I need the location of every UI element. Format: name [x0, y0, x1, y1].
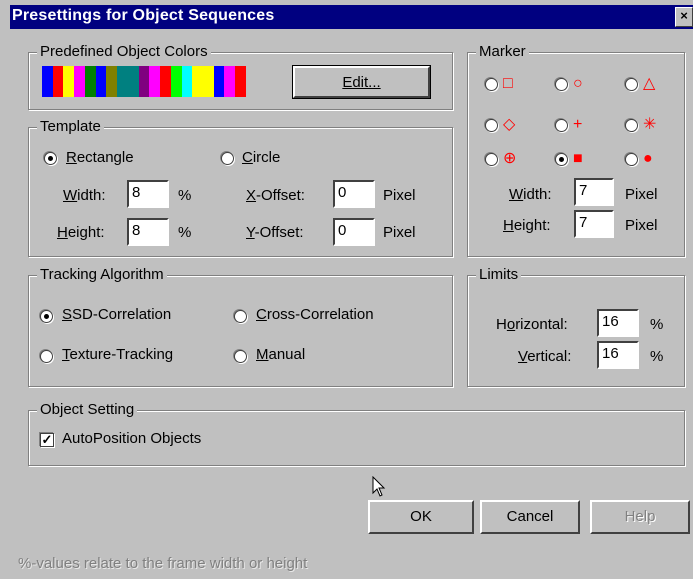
marker-plus-icon: +	[573, 116, 583, 133]
title-bar[interactable]: Presettings for Object Sequences ×	[10, 5, 693, 29]
edit-colors-button[interactable]: Edit...	[292, 65, 431, 99]
color-swatch	[149, 66, 161, 97]
vertical-limit-input[interactable]: 16	[597, 341, 639, 369]
y-offset-label: Y-Offset:	[246, 224, 304, 241]
texture-tracking-label[interactable]: Texture-Tracking	[62, 346, 173, 363]
horizontal-limit-input[interactable]: 16	[597, 309, 639, 337]
color-swatch	[203, 66, 214, 97]
color-swatch	[181, 66, 193, 97]
marker-triangle-icon: △	[643, 75, 656, 92]
color-swatch	[170, 66, 182, 97]
color-swatch	[160, 66, 171, 97]
template-height-unit: %	[178, 224, 192, 241]
tracking-legend: Tracking Algorithm	[37, 266, 167, 283]
horizontal-limit-label: Horizontal:	[496, 316, 568, 333]
color-swatch	[95, 66, 107, 97]
object-setting-legend: Object Setting	[37, 401, 138, 418]
marker-height-label: Height:	[503, 217, 551, 234]
color-swatch-strip	[42, 66, 246, 97]
color-swatch	[106, 66, 118, 97]
autoposition-checkbox[interactable]: ✓	[40, 433, 54, 447]
color-swatch	[63, 66, 75, 97]
color-swatch	[192, 66, 204, 97]
color-swatch	[235, 66, 246, 97]
cross-correlation-label[interactable]: Cross-Correlation	[256, 306, 374, 323]
marker-diamond-icon: ◇	[503, 116, 516, 133]
marker-circled-plus-radio[interactable]	[485, 153, 498, 166]
help-button[interactable]: Help	[590, 500, 690, 534]
color-swatch	[213, 66, 225, 97]
horizontal-limit-unit: %	[650, 316, 664, 333]
color-swatch	[224, 66, 236, 97]
color-swatch	[138, 66, 150, 97]
marker-asterisk-radio[interactable]	[625, 119, 638, 132]
marker-circle-radio[interactable]	[555, 78, 568, 91]
marker-height-input[interactable]: 7	[574, 210, 614, 238]
vertical-limit-label: Vertical:	[518, 348, 572, 365]
cross-correlation-radio[interactable]	[234, 310, 247, 323]
y-offset-input[interactable]: 0	[333, 218, 375, 246]
circle-label[interactable]: Circle	[242, 149, 280, 166]
marker-width-input[interactable]: 7	[574, 178, 614, 206]
template-width-unit: %	[178, 187, 192, 204]
mouse-cursor-icon	[372, 476, 386, 497]
close-button[interactable]: ×	[675, 7, 693, 27]
x-offset-label: X-Offset:	[246, 187, 305, 204]
marker-legend: Marker	[476, 43, 529, 60]
presettings-dialog: Presettings for Object Sequences × Prede…	[0, 0, 693, 579]
template-height-input[interactable]: 8	[127, 218, 169, 246]
color-swatch	[74, 66, 85, 97]
color-swatch	[117, 66, 128, 97]
template-height-label: Height:	[57, 224, 105, 241]
tracking-group: Tracking Algorithm	[28, 266, 453, 387]
marker-filled-square-radio[interactable]	[555, 153, 568, 166]
ssd-correlation-radio[interactable]	[40, 310, 53, 323]
marker-circled-plus-icon: ⊕	[503, 150, 517, 167]
texture-tracking-radio[interactable]	[40, 350, 53, 363]
color-swatch	[52, 66, 64, 97]
marker-diamond-radio[interactable]	[485, 119, 498, 132]
circle-radio[interactable]	[221, 152, 234, 165]
marker-square-icon: □	[503, 75, 513, 92]
marker-square-radio[interactable]	[485, 78, 498, 91]
marker-filled-square-icon: ■	[573, 150, 583, 167]
template-width-label: Width:	[63, 187, 106, 204]
marker-asterisk-icon: ✳	[643, 116, 657, 133]
limits-legend: Limits	[476, 266, 522, 283]
color-swatch	[127, 66, 139, 97]
autoposition-label[interactable]: AutoPosition Objects	[62, 430, 201, 447]
manual-label[interactable]: Manual	[256, 346, 305, 363]
dialog-title: Presettings for Object Sequences	[12, 7, 275, 24]
template-legend: Template	[37, 118, 104, 135]
rectangle-label[interactable]: Rectangle	[66, 149, 134, 166]
x-offset-unit: Pixel	[383, 187, 416, 204]
color-swatch	[42, 66, 53, 97]
ssd-correlation-label[interactable]: SSD-Correlation	[62, 306, 171, 323]
marker-plus-radio[interactable]	[555, 119, 568, 132]
y-offset-unit: Pixel	[383, 224, 416, 241]
marker-width-unit: Pixel	[625, 186, 658, 203]
color-swatch	[84, 66, 96, 97]
marker-width-label: Width:	[509, 186, 552, 203]
marker-height-unit: Pixel	[625, 217, 658, 234]
marker-triangle-radio[interactable]	[625, 78, 638, 91]
vertical-limit-unit: %	[650, 348, 664, 365]
edit-button-label: Edit...	[342, 74, 381, 91]
marker-filled-circle-icon: ●	[643, 150, 653, 167]
footer-hint: %-values relate to the frame width or he…	[18, 555, 308, 572]
template-width-input[interactable]: 8	[127, 180, 169, 208]
cancel-button[interactable]: Cancel	[480, 500, 580, 534]
ok-button[interactable]: OK	[368, 500, 474, 534]
marker-circle-icon: ○	[573, 75, 583, 92]
x-offset-input[interactable]: 0	[333, 180, 375, 208]
rectangle-radio[interactable]	[44, 152, 57, 165]
marker-filled-circle-radio[interactable]	[625, 153, 638, 166]
manual-radio[interactable]	[234, 350, 247, 363]
predefined-colors-legend: Predefined Object Colors	[37, 43, 211, 60]
